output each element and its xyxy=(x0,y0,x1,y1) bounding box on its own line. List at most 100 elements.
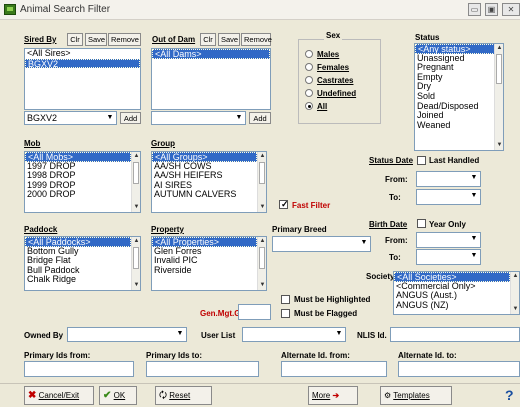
sex-all-label[interactable]: All xyxy=(317,102,327,111)
scroll-thumb[interactable] xyxy=(259,247,265,269)
mob-list[interactable]: <All Mobs> 1997 DROP 1998 DROP 1999 DROP… xyxy=(24,151,141,213)
sex-males-label[interactable]: Males xyxy=(317,50,339,59)
sex-undefined-radio[interactable] xyxy=(305,89,313,97)
out-of-dam-add-button[interactable]: Add xyxy=(249,112,271,124)
primary-breed-field[interactable]: ▼ xyxy=(272,236,371,252)
chevron-down-icon[interactable]: ▼ xyxy=(469,191,479,201)
list-item[interactable]: ANGUS (Aust.) xyxy=(394,291,519,301)
scroll-down-icon[interactable]: ▼ xyxy=(511,305,519,314)
list-item[interactable]: <All Properties> xyxy=(152,237,257,247)
list-item[interactable]: AUTUMN CALVERS xyxy=(152,190,266,200)
mob-scrollbar[interactable]: ▲ ▼ xyxy=(131,152,140,212)
scroll-thumb[interactable] xyxy=(133,247,139,269)
out-of-dam-remove-button[interactable]: Remove xyxy=(241,33,272,46)
paddock-list[interactable]: <All Paddocks> Bottom Gully Bridge Flat … xyxy=(24,236,141,291)
society-list[interactable]: <All Societies> <Commercial Only> ANGUS … xyxy=(393,271,520,315)
scroll-up-icon[interactable]: ▲ xyxy=(132,152,140,161)
birth-date-to-field[interactable]: ▼ xyxy=(416,249,481,265)
list-item[interactable]: Chalk Ridge xyxy=(25,275,140,285)
primary-ids-to-field[interactable] xyxy=(146,361,259,377)
ok-button[interactable]: ✔ OK xyxy=(99,386,137,405)
maximize-button[interactable]: ▣ xyxy=(485,3,498,16)
list-item[interactable]: Dead/Disposed xyxy=(415,102,503,112)
sired-by-add-button[interactable]: Add xyxy=(120,112,141,124)
status-scrollbar[interactable]: ▲ ▼ xyxy=(494,44,503,150)
property-scrollbar[interactable]: ▲ ▼ xyxy=(257,237,266,290)
sex-females-label[interactable]: Females xyxy=(317,63,349,72)
sex-males-radio[interactable] xyxy=(305,50,313,58)
chevron-down-icon[interactable]: ▼ xyxy=(469,251,479,261)
sex-undefined-label[interactable]: Undefined xyxy=(317,89,356,98)
sex-females-radio[interactable] xyxy=(305,63,313,71)
out-of-dam-field[interactable]: ▼ xyxy=(151,111,246,125)
property-list[interactable]: <All Properties> Glen Forres Invalid PIC… xyxy=(151,236,267,291)
list-item[interactable]: ANGUS (NZ) xyxy=(394,301,519,311)
list-item[interactable]: Bridge Flat xyxy=(25,256,140,266)
scroll-down-icon[interactable]: ▼ xyxy=(258,203,266,212)
more-button[interactable]: More ➔ xyxy=(308,386,358,405)
scroll-up-icon[interactable]: ▲ xyxy=(258,237,266,246)
close-button[interactable]: ✕ xyxy=(502,3,520,16)
owned-by-field[interactable]: ▼ xyxy=(67,327,187,342)
list-item[interactable]: 1998 DROP xyxy=(25,171,140,181)
scroll-thumb[interactable] xyxy=(259,162,265,184)
gen-mgt-grp-field[interactable] xyxy=(238,304,271,320)
must-be-highlighted-checkbox[interactable] xyxy=(281,295,290,304)
nlis-id-field[interactable] xyxy=(390,327,520,342)
sired-by-field[interactable]: BGXV2 ▼ xyxy=(24,111,117,125)
last-handled-checkbox[interactable] xyxy=(417,156,426,165)
scroll-up-icon[interactable]: ▲ xyxy=(258,152,266,161)
list-item[interactable]: BGXV2 xyxy=(25,58,140,69)
scroll-thumb[interactable] xyxy=(133,162,139,184)
chevron-down-icon[interactable]: ▼ xyxy=(234,113,244,123)
scroll-up-icon[interactable]: ▲ xyxy=(132,237,140,246)
chevron-down-icon[interactable]: ▼ xyxy=(469,234,479,244)
sired-by-clr-button[interactable]: Clr xyxy=(67,33,83,46)
list-item[interactable]: 1999 DROP xyxy=(25,181,140,191)
list-item[interactable]: Riverside xyxy=(152,266,266,276)
list-item[interactable]: Bull Paddock xyxy=(25,266,140,276)
list-item[interactable]: <All Dams> xyxy=(152,49,270,59)
sex-castrates-radio[interactable] xyxy=(305,76,313,84)
minimize-button[interactable]: ▭ xyxy=(468,3,481,16)
scroll-up-icon[interactable]: ▲ xyxy=(511,272,519,281)
status-date-from-field[interactable]: ▼ xyxy=(416,171,481,187)
scroll-down-icon[interactable]: ▼ xyxy=(132,281,140,290)
list-item[interactable]: Dry xyxy=(415,82,503,92)
society-scrollbar[interactable]: ▲ ▼ xyxy=(510,272,519,314)
user-list-field[interactable]: ▼ xyxy=(242,327,346,342)
list-item[interactable]: Weaned xyxy=(415,121,503,131)
out-of-dam-save-button[interactable]: Save xyxy=(218,33,240,46)
out-of-dam-clr-button[interactable]: Clr xyxy=(200,33,216,46)
primary-ids-from-field[interactable] xyxy=(24,361,134,377)
alt-id-to-field[interactable] xyxy=(398,361,520,377)
status-list[interactable]: <Any status> Unassigned Pregnant Empty D… xyxy=(414,43,504,151)
list-item[interactable]: <All Mobs> xyxy=(25,152,131,162)
scroll-thumb[interactable] xyxy=(496,54,502,84)
birth-date-from-field[interactable]: ▼ xyxy=(416,232,481,248)
list-item[interactable]: 1997 DROP xyxy=(25,162,140,172)
chevron-down-icon[interactable]: ▼ xyxy=(334,329,344,339)
list-item[interactable]: 2000 DROP xyxy=(25,190,140,200)
list-item[interactable]: AI SIRES xyxy=(152,181,266,191)
group-list[interactable]: <All Groups> AA/SH COWS AA/SH HEIFERS AI… xyxy=(151,151,267,213)
list-item[interactable]: AA/SH HEIFERS xyxy=(152,171,266,181)
chevron-down-icon[interactable]: ▼ xyxy=(359,238,369,248)
list-item[interactable]: Unassigned xyxy=(415,54,503,64)
must-be-flagged-checkbox[interactable] xyxy=(281,309,290,318)
sired-by-save-button[interactable]: Save xyxy=(85,33,107,46)
status-date-to-field[interactable]: ▼ xyxy=(416,189,481,205)
reset-button[interactable]: 🗘 Reset xyxy=(155,386,212,405)
list-item[interactable]: <All Societies> xyxy=(394,272,510,282)
list-item[interactable]: Glen Forres xyxy=(152,247,266,257)
group-scrollbar[interactable]: ▲ ▼ xyxy=(257,152,266,212)
out-of-dam-list[interactable]: <All Dams> xyxy=(151,48,271,110)
scroll-up-icon[interactable]: ▲ xyxy=(495,44,503,53)
list-item[interactable]: Sold xyxy=(415,92,503,102)
list-item[interactable]: Empty xyxy=(415,73,503,83)
list-item[interactable]: <All Groups> xyxy=(152,152,257,162)
help-icon[interactable]: ? xyxy=(505,387,514,403)
chevron-down-icon[interactable]: ▼ xyxy=(175,329,185,339)
list-item[interactable]: Joined xyxy=(415,111,503,121)
sired-by-remove-button[interactable]: Remove xyxy=(108,33,141,46)
